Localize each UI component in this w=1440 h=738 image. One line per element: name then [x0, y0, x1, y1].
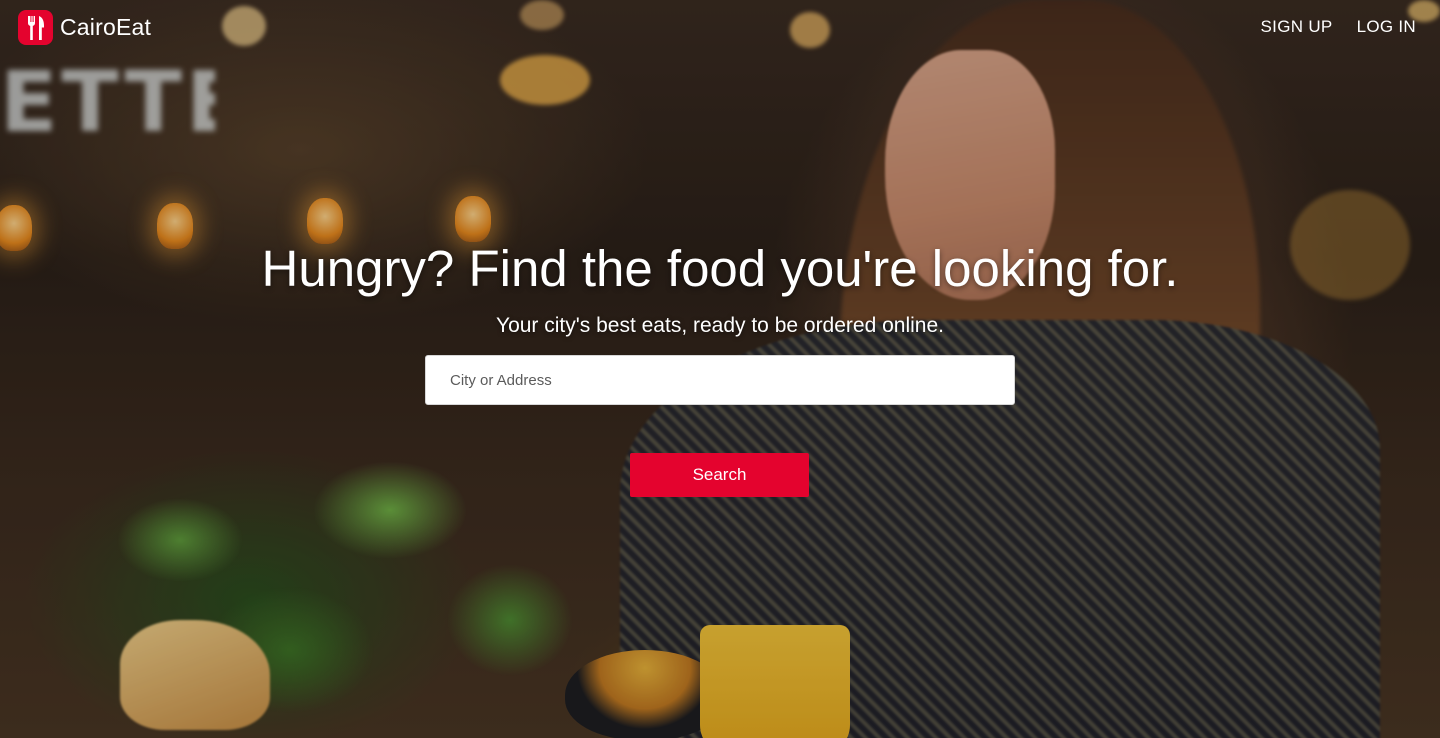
hero-headline: Hungry? Find the food you're looking for…: [261, 240, 1179, 297]
top-nav: SIGN UP LOG IN: [1261, 17, 1416, 37]
search-button[interactable]: Search: [630, 453, 809, 497]
site-header: CairoEat SIGN UP LOG IN: [0, 0, 1440, 56]
hero-subheadline: Your city's best eats, ready to be order…: [495, 314, 944, 337]
hero-section: ETTE CairoEat SIGN UP LOG IN: [0, 0, 1440, 738]
address-search-input[interactable]: [425, 355, 1015, 405]
signup-link[interactable]: SIGN UP: [1261, 17, 1333, 37]
brand-logo[interactable]: CairoEat: [18, 10, 151, 45]
fork-knife-icon: [18, 10, 53, 45]
brand-name: CairoEat: [60, 14, 152, 40]
login-link[interactable]: LOG IN: [1357, 17, 1416, 37]
